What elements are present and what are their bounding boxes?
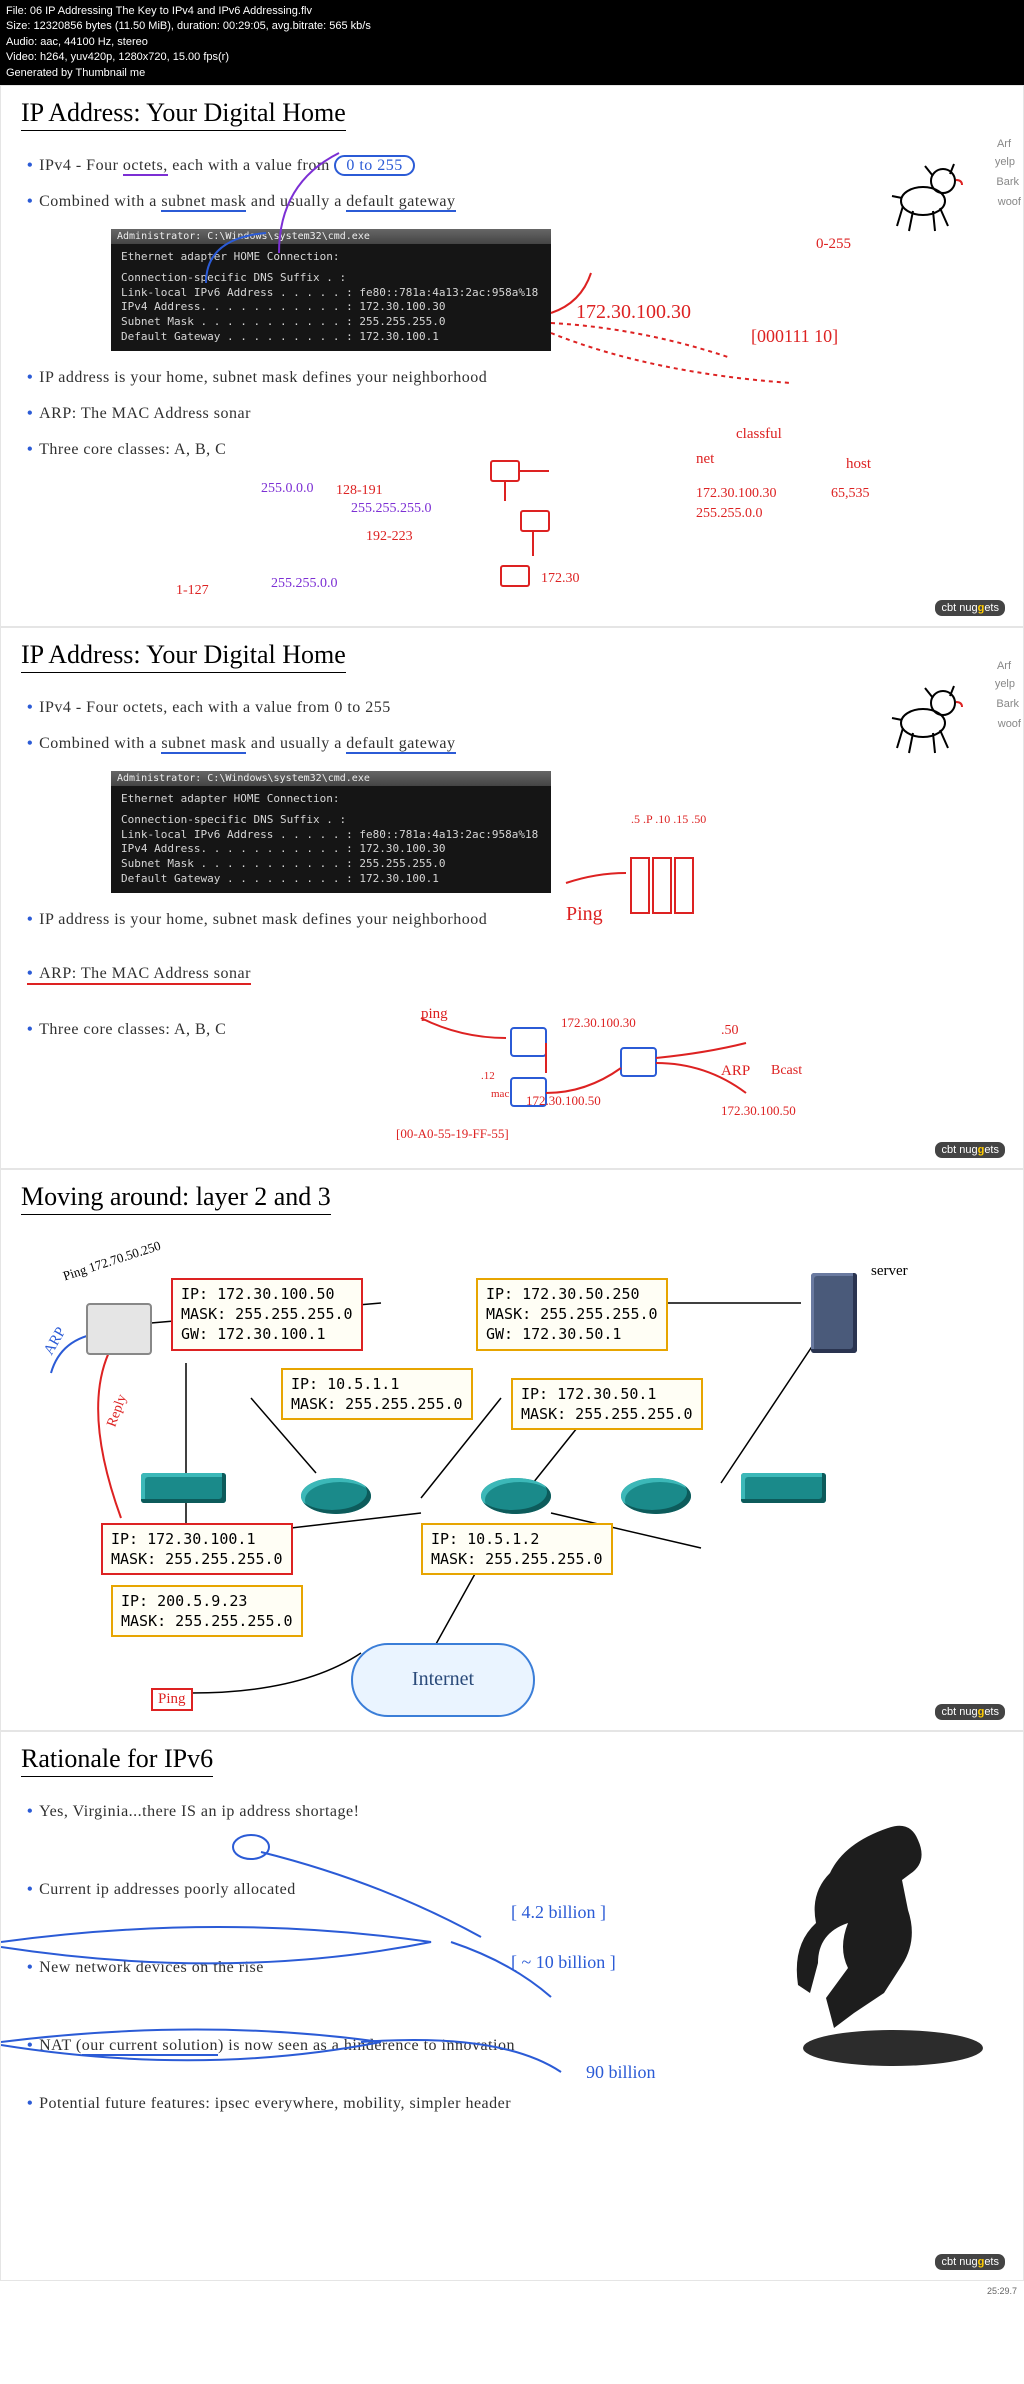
ellipses	[1, 1792, 781, 2142]
cbt-logo: cbt nuggets	[935, 600, 1005, 616]
ann-arp: ARP	[721, 1063, 750, 1080]
card-r3: IP: 172.30.100.1MASK: 255.255.255.0	[101, 1523, 293, 1576]
title-1: IP Address: Your Digital Home	[21, 98, 346, 131]
f2b1: •IPv4 - Four octets, each with a value f…	[27, 699, 1023, 717]
title-3: Moving around: layer 2 and 3	[21, 1182, 331, 1215]
frame-2: IP Address: Your Digital Home •IPv4 - Fo…	[0, 627, 1024, 1169]
ann-mac: [00-A0-55-19-FF-55]	[396, 1126, 509, 1142]
ann-n1: 172.30.100.30	[696, 486, 777, 502]
size-line: Size: 12320856 bytes (11.50 MiB), durati…	[6, 19, 1018, 34]
pc-icon	[86, 1303, 152, 1355]
ann-ip2: 172.30.100.50	[526, 1093, 601, 1109]
thinker-statue	[793, 1798, 993, 2068]
ann-ip1: 172.30.100.30	[561, 1015, 636, 1031]
ann-c1: 1-127	[176, 583, 209, 599]
ipconfig-window-2: Administrator: C:\Windows\system32\cmd.e…	[111, 771, 551, 893]
title-2: IP Address: Your Digital Home	[21, 640, 346, 673]
ann-c3: 192-223	[366, 529, 413, 545]
card-pc: IP: 172.30.100.50MASK: 255.255.255.0GW: …	[171, 1278, 363, 1351]
f2b4: •ARP: The MAC Address sonar	[27, 965, 251, 985]
ann-host: host	[846, 456, 871, 473]
ann-0255: 0-255	[816, 236, 851, 253]
router-1	[301, 1478, 371, 1514]
ann-p2: ping	[421, 1006, 448, 1023]
file-info-header: File: 06 IP Addressing The Key to IPv4 a…	[0, 0, 1024, 85]
router-2	[481, 1478, 551, 1514]
ann-ping-box: Ping	[151, 1688, 193, 1711]
card-r2: IP: 172.30.50.1MASK: 255.255.255.0	[511, 1378, 703, 1431]
server-label: server	[871, 1263, 908, 1280]
switch-1	[141, 1473, 226, 1503]
f2b2: •Combined with a subnet mask and usually…	[27, 735, 1023, 753]
ann-ip2b: 172.30.100.50	[721, 1103, 796, 1119]
router-3	[621, 1478, 691, 1514]
network-icons	[481, 456, 581, 596]
file-line: File: 06 IP Addressing The Key to IPv4 a…	[6, 4, 1018, 19]
ann-mac2: mac	[491, 1088, 509, 1100]
dog-illustration: Arf yelp Bark woof	[878, 146, 993, 236]
ann-sp: .5 .P .10 .15 .50	[631, 812, 706, 827]
audio-line: Audio: aac, 44100 Hz, stereo	[6, 35, 1018, 50]
ann-p3: 255.255.0.0	[271, 576, 338, 592]
ann-50: .50	[721, 1023, 739, 1039]
ann-p1: 255.0.0.0	[261, 481, 314, 497]
arrows-1	[111, 148, 821, 408]
ann-ping: Ping	[566, 903, 603, 926]
gen-line: Generated by Thumbnail me	[6, 66, 1018, 81]
dog-illustration-2: Arf yelp Bark woof	[878, 668, 993, 758]
video-line: Video: h264, yuv420p, 1280x720, 15.00 fp…	[6, 50, 1018, 65]
title-4: Rationale for IPv6	[21, 1744, 213, 1777]
ann-bc: Bcast	[771, 1063, 802, 1079]
cbt-logo-4: cbt nuggets	[935, 2254, 1005, 2270]
f2b3: •IP address is your home, subnet mask de…	[27, 911, 1023, 929]
frame-3: Moving around: layer 2 and 3 IP: 172.30.…	[0, 1169, 1024, 1731]
ann-net: net	[696, 451, 714, 468]
ann-n3: 65,535	[831, 486, 870, 502]
card-r4: IP: 10.5.1.2MASK: 255.255.255.0	[421, 1523, 613, 1576]
card-r5: IP: 200.5.9.23MASK: 255.255.255.0	[111, 1585, 303, 1638]
timestamp-4: 25:29.7	[987, 2286, 1017, 2296]
frame-1: IP Address: Your Digital Home •IPv4 - Fo…	[0, 85, 1024, 627]
internet-cloud: Internet	[351, 1643, 535, 1717]
frame-4: Rationale for IPv6 •Yes, Virginia...ther…	[0, 1731, 1024, 2281]
card-srv: IP: 172.30.50.250MASK: 255.255.255.0GW: …	[476, 1278, 668, 1351]
card-r1: IP: 10.5.1.1MASK: 255.255.255.0	[281, 1368, 473, 1421]
cbt-logo-2: cbt nuggets	[935, 1142, 1005, 1158]
switch-2	[741, 1473, 826, 1503]
server-icon	[811, 1273, 857, 1353]
ann-4b: [ 4.2 billion ]	[511, 1902, 606, 1923]
ann-n2: 255.255.0.0	[696, 506, 763, 522]
cbt-logo-3: cbt nuggets	[935, 1704, 1005, 1720]
ann-classful: classful	[736, 426, 782, 443]
ann-c2: 128-191	[336, 483, 383, 499]
ann-90b: 90 billion	[586, 2062, 656, 2083]
ann-12: .12	[481, 1070, 495, 1082]
ann-10b: [ ~ 10 billion ]	[511, 1952, 616, 1973]
ann-p2: 255.255.255.0	[351, 501, 432, 517]
